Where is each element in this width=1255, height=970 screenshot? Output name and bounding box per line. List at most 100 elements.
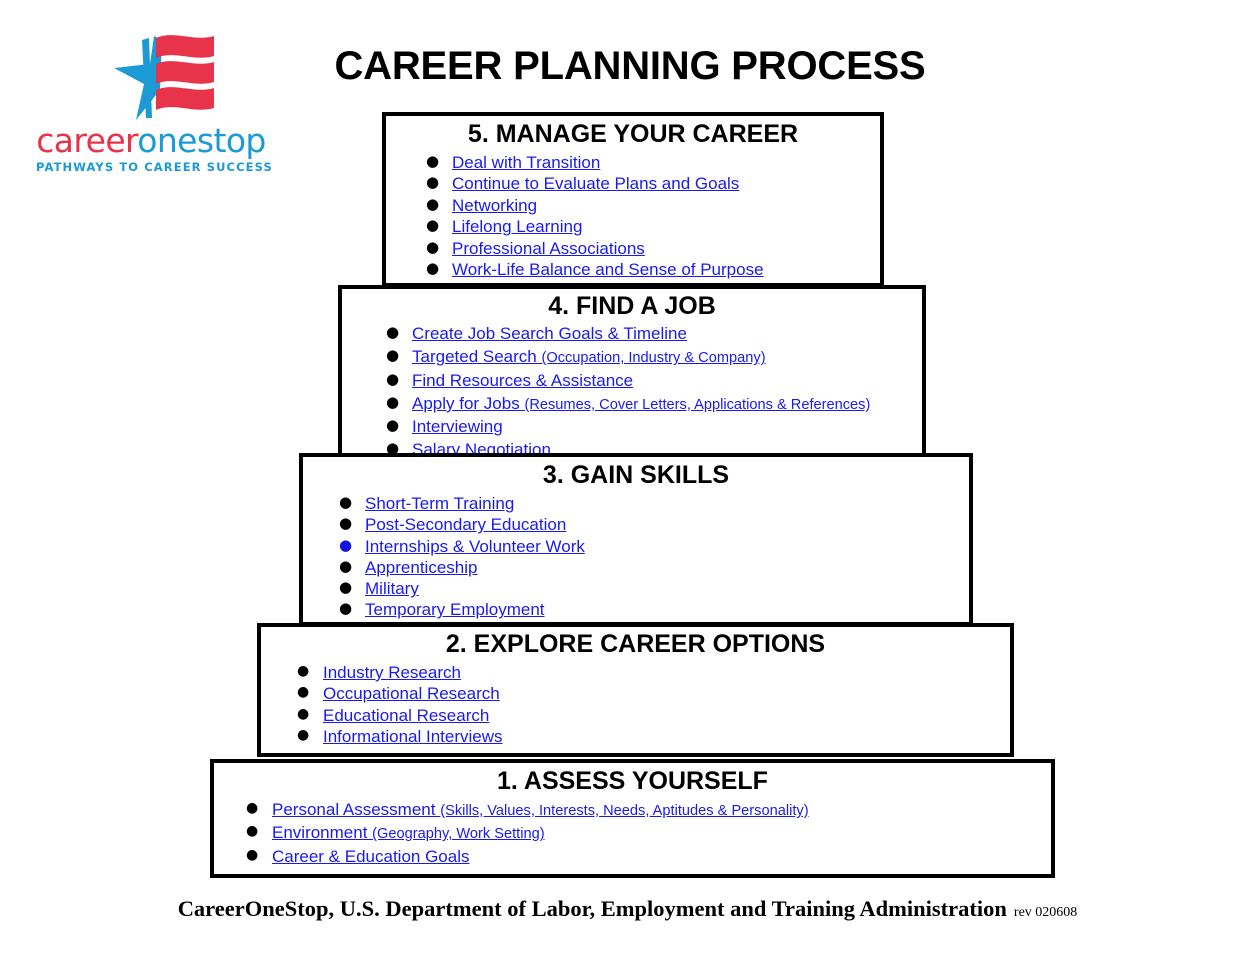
bullet-icon: ● <box>386 392 400 411</box>
tier-3-link-6[interactable]: Temporary Employment <box>365 600 545 619</box>
bullet-icon: ● <box>426 194 440 213</box>
list-item: ● Professional Associations <box>422 238 880 259</box>
bullet-icon: ● <box>386 346 400 365</box>
tier-5-link-2[interactable]: Continue to Evaluate Plans and Goals <box>452 174 739 193</box>
list-item: ● Deal with Transition <box>422 152 880 173</box>
tier-1-title: 1. ASSESS YOURSELF <box>497 767 768 795</box>
list-item: ● Internships & Volunteer Work <box>335 536 969 557</box>
tier-1-link-1[interactable]: Personal Assessment (Skills, Values, Int… <box>272 800 809 819</box>
tier-3-title: 3. GAIN SKILLS <box>542 461 730 489</box>
logo-word-onestop: onestop <box>137 121 266 160</box>
tier-5-link-5[interactable]: Professional Associations <box>452 239 645 258</box>
tier-5-link-1[interactable]: Deal with Transition <box>452 153 600 172</box>
bullet-icon: ● <box>426 173 440 192</box>
bullet-icon: ● <box>246 800 259 816</box>
tier-3-link-3[interactable]: Internships & Volunteer Work <box>365 537 585 556</box>
tier-1-link-3-text: Career & Education Goals <box>272 846 470 866</box>
tier-3-link-4[interactable]: Apprenticeship <box>365 558 477 577</box>
tier-3-link-2[interactable]: Post-Secondary Education <box>365 515 566 534</box>
list-item: ● Interviewing <box>382 416 922 439</box>
logo-tagline: PATHWAYS TO CAREER SUCCESS <box>36 160 273 174</box>
footer-revision: rev 020608 <box>1013 905 1078 920</box>
tier-4-link-3[interactable]: Find Resources & Assistance <box>412 371 633 390</box>
list-item: ● Short-Term Training <box>335 493 969 514</box>
list-item: ● Apply for Jobs (Resumes, Cover Letters,… <box>382 393 922 416</box>
logo-wordmark: careeronestop <box>36 124 266 157</box>
tier-1-link-3[interactable]: Career & Education Goals <box>272 847 470 866</box>
tier-4-link-4-paren: (Resumes, Cover Letters, Applications & … <box>524 396 871 413</box>
tier-4-link-5-text: Interviewing <box>412 417 503 437</box>
list-item: ● Industry Research <box>293 662 1010 683</box>
tier-1-link-2-paren: (Geography, Work Setting) <box>372 826 545 843</box>
tier-2-link-3[interactable]: Educational Research <box>323 706 489 725</box>
logo-word-career: career <box>36 121 138 160</box>
list-item: ● Create Job Search Goals & Timeline <box>382 323 922 346</box>
tier-4-link-5[interactable]: Interviewing <box>412 417 503 436</box>
careeronestop-logo: careeronestop PATHWAYS TO CAREER SUCCESS <box>36 28 273 178</box>
tier-2-link-4[interactable]: Informational Interviews <box>323 727 503 746</box>
list-item: ● Continue to Evaluate Plans and Goals <box>422 173 880 194</box>
tier-2-link-2[interactable]: Occupational Research <box>323 684 500 703</box>
bullet-icon: ● <box>297 663 310 679</box>
bullet-icon: ● <box>386 323 400 341</box>
footer-attribution: CareerOneStop, U.S. Department of Labor,… <box>177 896 1007 921</box>
bullet-icon: ● <box>426 259 440 278</box>
tier-4-link-2-paren: (Occupation, Industry & Company) <box>541 350 766 367</box>
tier-1-link-2-text: Environment <box>272 823 373 843</box>
tier-5-link-6[interactable]: Work-Life Balance and Sense of Purpose <box>452 260 764 279</box>
bullet-icon: ● <box>386 416 400 435</box>
pyramid-tier-3: 3. GAIN SKILLS ● Short-Term Training ● Pos… <box>299 453 973 626</box>
bullet-icon: ● <box>426 152 440 170</box>
pyramid-tier-2: 2. EXPLORE CAREER OPTIONS ● Industry Rese… <box>257 623 1014 757</box>
bullet-icon: ● <box>339 556 353 575</box>
list-item: ● Targeted Search (Occupation, Industry &… <box>382 346 922 369</box>
tier-1-link-1-text: Personal Assessment <box>272 800 441 819</box>
bullet-icon: ● <box>297 684 310 701</box>
list-item: ● Networking <box>422 195 880 216</box>
tier-4-link-2-text: Targeted Search <box>412 347 542 367</box>
tier-4-link-3-text: Find Resources & Assistance <box>412 370 634 390</box>
list-item: ● Work-Life Balance and Sense of Purpose <box>422 259 880 280</box>
list-item: ● Military <box>335 578 969 599</box>
bullet-icon: ● <box>297 726 310 743</box>
tier-3-link-5[interactable]: Military <box>365 579 419 598</box>
list-item: ● Temporary Employment <box>335 599 969 620</box>
list-item: ● Personal Assessment (Skills, Values, In… <box>242 799 1051 822</box>
list-item: ● Apprenticeship <box>335 557 969 578</box>
footer: CareerOneStop, U.S. Department of Labor,… <box>0 896 1255 922</box>
tier-1-list: ● Personal Assessment (Skills, Values, In… <box>214 799 1051 869</box>
tier-4-link-1-text: Create Job Search Goals & Timeline <box>412 324 687 343</box>
list-item: ● Environment (Geography, Work Setting) <box>242 822 1051 845</box>
pyramid-tier-4: 4. FIND A JOB ● Create Job Search Goals &… <box>338 285 926 459</box>
tier-3-list: ● Short-Term Training ● Post-Secondary Edu… <box>303 493 969 621</box>
tier-2-title: 2. EXPLORE CAREER OPTIONS <box>445 630 826 658</box>
flag-star-logo-icon <box>92 28 232 124</box>
list-item: ● Informational Interviews <box>293 726 1010 747</box>
bullet-icon: ● <box>339 535 353 554</box>
bullet-icon: ● <box>339 493 353 511</box>
list-item: ● Post-Secondary Education <box>335 514 969 535</box>
bullet-icon: ● <box>246 846 259 863</box>
list-item: ● Find Resources & Assistance <box>382 370 922 393</box>
tier-4-title: 4. FIND A JOB <box>548 292 716 320</box>
tier-2-list: ● Industry Research ● Occupational Researc… <box>261 662 1010 747</box>
tier-4-link-2[interactable]: Targeted Search (Occupation, Industry & … <box>412 347 766 366</box>
bullet-icon: ● <box>339 578 353 597</box>
career-planning-process-page: careeronestop PATHWAYS TO CAREER SUCCESS… <box>0 0 1255 970</box>
page-title: CAREER PLANNING PROCESS <box>334 44 926 88</box>
bullet-icon: ● <box>386 369 400 388</box>
tier-5-link-4[interactable]: Lifelong Learning <box>452 217 582 236</box>
tier-1-link-2[interactable]: Environment (Geography, Work Setting) <box>272 823 545 842</box>
tier-3-link-1[interactable]: Short-Term Training <box>365 494 514 513</box>
pyramid-tier-5: 5. MANAGE YOUR CAREER ● Deal with Transit… <box>382 112 884 287</box>
list-item: ● Occupational Research <box>293 683 1010 704</box>
tier-5-link-3[interactable]: Networking <box>452 196 537 215</box>
tier-4-list: ● Create Job Search Goals & Timeline ● Tar… <box>342 323 922 463</box>
tier-4-link-4[interactable]: Apply for Jobs (Resumes, Cover Letters, … <box>412 394 870 413</box>
tier-1-link-1-paren: (Skills, Values, Interests, Needs, Aptit… <box>440 803 809 819</box>
pyramid-tier-1: 1. ASSESS YOURSELF ● Personal Assessment … <box>210 759 1055 878</box>
bullet-icon: ● <box>339 599 353 618</box>
tier-2-link-1[interactable]: Industry Research <box>323 663 461 682</box>
list-item: ● Lifelong Learning <box>422 216 880 237</box>
tier-4-link-1[interactable]: Create Job Search Goals & Timeline <box>412 324 687 343</box>
